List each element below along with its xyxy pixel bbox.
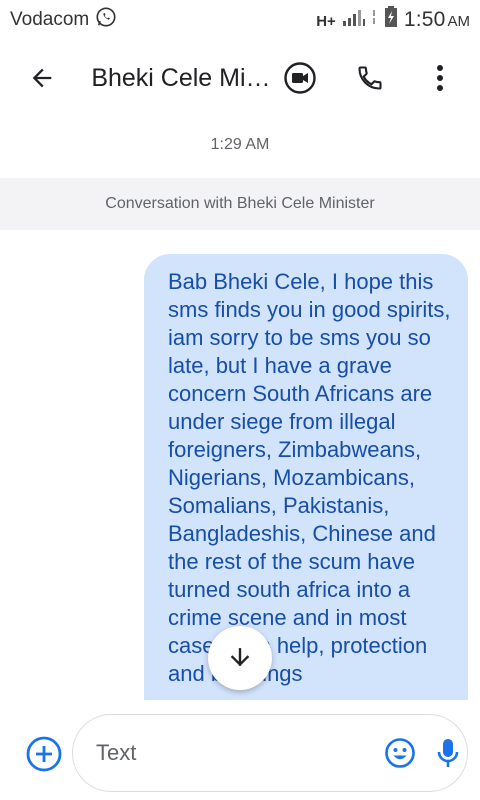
- status-right: H+ 1:50 AM: [316, 6, 470, 34]
- message-text: Bab Bheki Cele, I hope this sms finds yo…: [168, 269, 451, 686]
- arrow-down-icon: [230, 648, 250, 667]
- add-circle-icon[interactable]: [24, 734, 64, 774]
- mic-icon[interactable]: [436, 733, 460, 773]
- data-icon: [372, 7, 378, 33]
- signal-icon: [342, 7, 366, 33]
- clock-time: 1:50: [403, 8, 446, 31]
- emoji-icon[interactable]: [384, 733, 416, 773]
- network-type: H+: [316, 12, 336, 30]
- compose-bar: [0, 702, 480, 800]
- more-vert-icon[interactable]: [420, 58, 460, 98]
- phone-icon[interactable]: [350, 58, 390, 98]
- carrier-group: Vodacom: [10, 6, 117, 34]
- message-input-wrap[interactable]: [72, 714, 468, 792]
- conversation-banner: Conversation with Bheki Cele Minister: [0, 178, 480, 230]
- scroll-to-bottom-button[interactable]: [208, 626, 272, 690]
- status-bar: Vodacom H+ 1:50 AM: [0, 0, 480, 40]
- back-arrow-icon[interactable]: [22, 58, 61, 98]
- clock-ampm: AM: [447, 13, 471, 30]
- clock: 1:50 AM: [404, 8, 470, 32]
- conversation-banner-text: Conversation with Bheki Cele Minister: [105, 195, 375, 212]
- contact-title[interactable]: Bheki Cele Minister: [91, 64, 280, 93]
- app-bar-actions: [280, 58, 466, 98]
- message-timestamp: 1:29 AM: [210, 136, 270, 153]
- app-bar: Bheki Cele Minister: [0, 40, 480, 116]
- sent-message-bubble[interactable]: Bab Bheki Cele, I hope this sms finds yo…: [144, 254, 468, 700]
- message-input[interactable]: [96, 740, 384, 766]
- battery-icon: [384, 6, 398, 34]
- video-call-icon[interactable]: [280, 58, 320, 98]
- whatsapp-icon: [95, 6, 117, 34]
- carrier-name: Vodacom: [10, 9, 90, 30]
